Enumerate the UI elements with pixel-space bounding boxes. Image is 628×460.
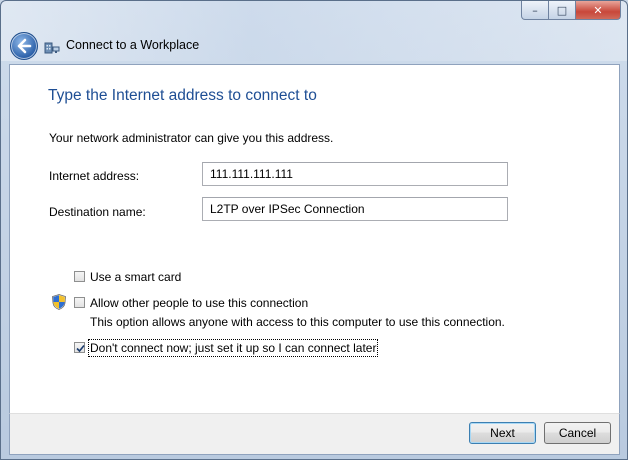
uac-shield-icon [52,294,66,313]
dont-connect-label[interactable]: Don't connect now; just set it up so I c… [90,341,376,355]
smart-card-label[interactable]: Use a smart card [90,270,181,284]
dont-connect-checkbox[interactable] [74,342,85,353]
maximize-button[interactable]: □ [549,1,576,20]
wizard-title: Connect to a Workplace [66,38,200,52]
allow-others-description: This option allows anyone with access to… [90,315,505,329]
allow-others-checkbox[interactable] [74,297,85,308]
smart-card-checkbox[interactable] [74,271,85,282]
back-arrow-icon [17,38,32,54]
cancel-button[interactable]: Cancel [544,422,611,444]
destination-name-label: Destination name: [49,205,146,219]
wizard-window: – □ ✕ Connect to a Workplace Type the In… [0,0,628,460]
internet-address-label: Internet address: [49,169,140,183]
wizard-content: Type the Internet address to connect to … [9,64,620,414]
close-button[interactable]: ✕ [576,1,621,20]
minimize-button[interactable]: – [521,1,549,20]
next-button[interactable]: Next [469,422,536,444]
window-controls: – □ ✕ [521,1,621,20]
page-heading: Type the Internet address to connect to [48,87,317,104]
internet-address-input[interactable]: 111.111.111.111 [202,162,508,186]
back-button[interactable] [10,32,38,60]
allow-others-label[interactable]: Allow other people to use this connectio… [90,296,308,310]
checkmark-icon [76,344,85,353]
intro-text: Your network administrator can give you … [49,131,334,145]
destination-name-input[interactable]: L2TP over IPSec Connection [202,197,508,221]
button-bar: Next Cancel [9,413,620,455]
network-workplace-icon [44,38,60,57]
